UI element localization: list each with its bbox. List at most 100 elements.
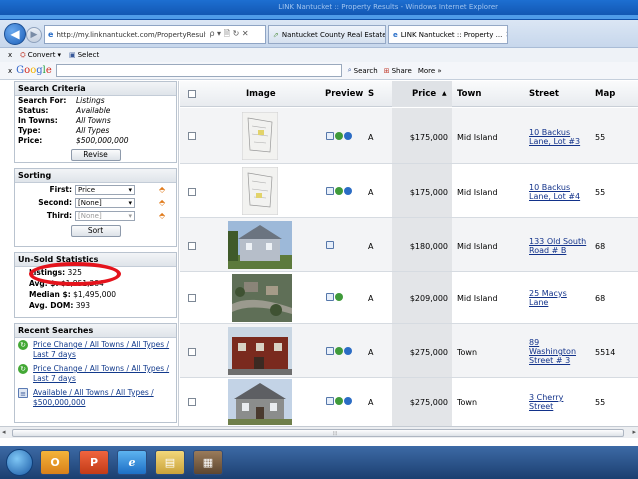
column-street[interactable]: Street bbox=[529, 89, 559, 99]
chevron-down-icon: ▾ bbox=[128, 198, 132, 207]
chevron-down-icon: ▾ bbox=[128, 185, 132, 194]
row-checkbox[interactable] bbox=[188, 294, 196, 302]
table-row[interactable]: A $180,000 Mid Island 133 Old South Road … bbox=[180, 218, 638, 272]
preview-icons[interactable] bbox=[326, 132, 352, 140]
table-row[interactable]: A $275,000 Town 3 Cherry Street 55 bbox=[180, 378, 638, 426]
street-link[interactable]: 25 Macys Lane bbox=[529, 289, 567, 307]
select-all-checkbox[interactable] bbox=[188, 90, 196, 98]
document-icon: ≡ bbox=[18, 388, 28, 398]
criteria-row: Price: $500,000,000 bbox=[18, 136, 129, 145]
start-button[interactable] bbox=[6, 449, 33, 476]
tab-nantucket-county[interactable]: ⬀ Nantucket County Real Estate ... bbox=[268, 25, 386, 44]
convert-button[interactable]: ⛭ Convert ▾ bbox=[20, 51, 61, 60]
sort-third-select[interactable]: [None] ▾ bbox=[75, 210, 135, 221]
preview-icons[interactable] bbox=[326, 241, 334, 249]
recent-search-link[interactable]: ≡ Available / All Towns / All Types / $50… bbox=[15, 386, 176, 410]
table-row[interactable]: A $175,000 Mid Island 10 Backus Lane, Lot… bbox=[180, 108, 638, 164]
column-price[interactable]: Price bbox=[412, 89, 436, 99]
revise-button[interactable]: Revise bbox=[70, 149, 121, 161]
close-toolbar-icon[interactable]: x bbox=[8, 67, 12, 75]
photo-icon bbox=[335, 187, 343, 195]
address-bar[interactable]: e http://my.linknantucket.com/PropertyRe… bbox=[44, 25, 266, 44]
row-checkbox[interactable] bbox=[188, 188, 196, 196]
sort-second-select[interactable]: [None] ▾ bbox=[75, 197, 135, 208]
preview-icons[interactable] bbox=[326, 397, 352, 405]
criteria-row: Status: Available bbox=[18, 106, 111, 115]
column-map[interactable]: Map bbox=[595, 89, 615, 99]
row-checkbox[interactable] bbox=[188, 348, 196, 356]
more-button[interactable]: More » bbox=[418, 67, 442, 75]
criteria-row: In Towns: All Towns bbox=[18, 116, 111, 125]
house-photo-thumbnail[interactable] bbox=[228, 221, 292, 269]
scroll-left-icon[interactable]: ◂ bbox=[2, 428, 6, 436]
google-search-button[interactable]: ⌕ Search bbox=[348, 66, 378, 75]
refresh-icon: ↻ bbox=[18, 364, 28, 374]
status-cell: A bbox=[368, 242, 374, 251]
aerial-photo-thumbnail[interactable] bbox=[232, 274, 292, 322]
powerpoint-icon[interactable]: P bbox=[79, 450, 109, 475]
preview-icons[interactable] bbox=[326, 347, 352, 355]
sort-direction-icon[interactable]: ⬘ bbox=[159, 211, 165, 220]
row-checkbox[interactable] bbox=[188, 398, 196, 406]
sort-direction-icon[interactable]: ⬘ bbox=[159, 185, 165, 194]
price-cell: $180,000 bbox=[409, 242, 448, 251]
street-link[interactable]: 10 Backus Lane, Lot #4 bbox=[529, 183, 580, 201]
scroll-right-icon[interactable]: ▸ bbox=[632, 428, 636, 436]
sort-button[interactable]: Sort bbox=[70, 225, 121, 237]
preview-icons[interactable] bbox=[326, 293, 343, 301]
status-gap bbox=[0, 438, 638, 446]
forward-button[interactable]: ▶ bbox=[26, 27, 42, 43]
column-status[interactable]: S bbox=[368, 89, 374, 99]
select-button[interactable]: ▣ Select bbox=[69, 51, 99, 59]
sorting-panel: Sorting First: Price ▾ ⬘ Second: [None] ▾ … bbox=[14, 168, 177, 247]
preview-icons[interactable] bbox=[326, 187, 352, 195]
table-row[interactable]: A $175,000 Mid Island 10 Backus Lane, Lot… bbox=[180, 164, 638, 218]
map-cell: 68 bbox=[595, 242, 606, 251]
map-icon bbox=[344, 132, 352, 140]
search-criteria-panel: Search Criteria Search For: Listings Stat… bbox=[14, 81, 177, 163]
sort-ascending-icon[interactable]: ▲ bbox=[442, 90, 447, 97]
map-cell: 55 bbox=[595, 188, 606, 197]
google-search-input[interactable] bbox=[55, 64, 342, 77]
status-cell: A bbox=[368, 398, 374, 407]
row-checkbox[interactable] bbox=[188, 242, 196, 250]
street-link[interactable]: 10 Backus Lane, Lot #3 bbox=[529, 128, 580, 146]
site-plan-thumbnail[interactable] bbox=[242, 112, 278, 160]
google-toolbar: x Google ⌕ Search ⊞ Share More » bbox=[0, 62, 638, 80]
app-icon[interactable]: ▦ bbox=[193, 450, 223, 475]
share-button[interactable]: ⊞ Share bbox=[384, 67, 412, 75]
column-preview[interactable]: Preview bbox=[325, 89, 363, 99]
table-row[interactable]: A $209,000 Mid Island 25 Macys Lane 68 bbox=[180, 272, 638, 324]
outlook-icon[interactable]: O bbox=[40, 450, 70, 475]
chevron-down-icon: ▾ bbox=[57, 51, 61, 59]
horizontal-scrollbar[interactable]: ◂ ⦙⦙⦙ ▸ bbox=[0, 426, 638, 438]
street-link[interactable]: 133 Old South Road # B bbox=[529, 237, 586, 255]
file-explorer-icon[interactable]: ▤ bbox=[155, 450, 185, 475]
status-cell: A bbox=[368, 133, 374, 142]
sort-direction-icon[interactable]: ⬘ bbox=[159, 198, 165, 207]
unsold-statistics-panel: Un-Sold Statistics Listings: 325 Avg. $:… bbox=[14, 252, 177, 318]
photo-icon bbox=[335, 132, 343, 140]
sort-first-select[interactable]: Price ▾ bbox=[75, 184, 135, 195]
site-plan-thumbnail[interactable] bbox=[242, 167, 278, 215]
column-town[interactable]: Town bbox=[457, 89, 481, 99]
back-button[interactable]: ◀ bbox=[4, 23, 26, 45]
street-link[interactable]: 89 Washington Street # 3 bbox=[529, 338, 576, 365]
scrollbar-thumb[interactable]: ⦙⦙⦙ bbox=[12, 429, 624, 437]
close-tab-icon[interactable]: ✕ bbox=[505, 30, 507, 39]
cottage-photo-thumbnail[interactable] bbox=[228, 379, 292, 425]
address-bar-icons[interactable]: ρ ▾ 🗎 ↻ ✕ bbox=[209, 28, 248, 42]
building-photo-thumbnail[interactable] bbox=[228, 327, 292, 375]
left-gutter bbox=[0, 81, 14, 426]
close-toolbar-icon[interactable]: x bbox=[8, 51, 12, 59]
table-row[interactable]: A $275,000 Town 89 Washington Street # 3 5… bbox=[180, 324, 638, 378]
row-checkbox[interactable] bbox=[188, 132, 196, 140]
internet-explorer-icon[interactable]: e bbox=[117, 450, 147, 475]
street-link[interactable]: 3 Cherry Street bbox=[529, 393, 563, 411]
window-title: LINK Nantucket :: Property Results - Win… bbox=[278, 3, 498, 11]
recent-search-link[interactable]: ↻ Price Change / All Towns / All Types / … bbox=[15, 362, 176, 386]
recent-search-link[interactable]: ↻ Price Change / All Towns / All Types / … bbox=[15, 338, 176, 362]
column-image[interactable]: Image bbox=[246, 89, 276, 99]
tab-link-nantucket[interactable]: e LINK Nantucket :: Property ... ✕ bbox=[388, 25, 508, 44]
select-label: Select bbox=[77, 51, 100, 59]
